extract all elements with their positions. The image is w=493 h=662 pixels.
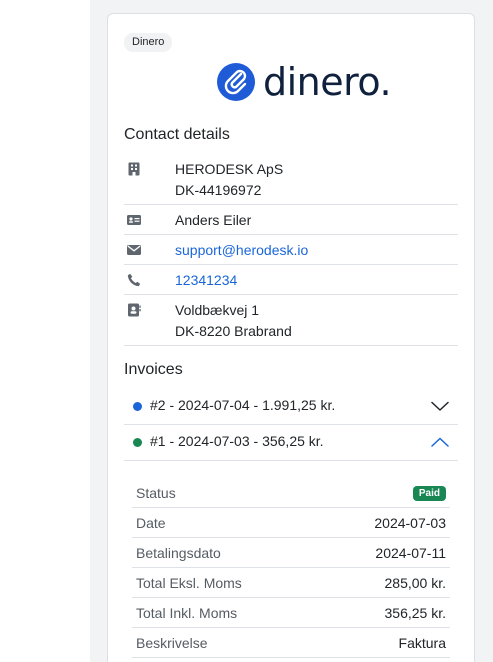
company-name: HERODESK ApS bbox=[175, 161, 284, 177]
detail-value: Faktura bbox=[398, 635, 446, 651]
status-badge: Paid bbox=[412, 486, 446, 501]
contact-details-title: Contact details bbox=[124, 126, 230, 143]
detail-key: Beskrivelse bbox=[136, 635, 208, 651]
address-line-2: DK-8220 Brabrand bbox=[175, 323, 292, 339]
company-cvr: DK-44196972 bbox=[175, 182, 262, 198]
contact-company-row: HERODESK ApS DK-44196972 bbox=[124, 154, 458, 205]
detail-row-total-excl: Total Eksl. Moms 285,00 kr. bbox=[132, 568, 450, 598]
detail-row-total-incl: Total Inkl. Moms 356,25 kr. bbox=[132, 598, 450, 628]
chevron-up-icon[interactable] bbox=[431, 436, 449, 448]
dinero-logo: dinero. bbox=[217, 60, 392, 104]
detail-key: Status bbox=[136, 485, 176, 501]
invoice-label: #2 - 2024-07-04 - 1.991,25 kr. bbox=[150, 397, 336, 413]
company-info: HERODESK ApS DK-44196972 bbox=[175, 159, 283, 201]
detail-value: 285,00 kr. bbox=[384, 575, 447, 591]
invoice-details: Status Paid Date 2024-07-03 Betalingsdat… bbox=[132, 478, 450, 658]
address-line-1: Voldbækvej 1 bbox=[175, 302, 260, 318]
detail-value: 2024-07-03 bbox=[374, 515, 446, 531]
envelope-icon bbox=[127, 245, 141, 255]
invoices-title: Invoices bbox=[124, 361, 183, 378]
contact-email-link[interactable]: support@herodesk.io bbox=[175, 240, 308, 261]
address-book-icon bbox=[128, 303, 141, 317]
integration-badge: Dinero bbox=[124, 33, 173, 52]
contact-email-row: support@herodesk.io bbox=[124, 235, 458, 265]
id-card-icon bbox=[127, 215, 141, 225]
invoice-status-dot bbox=[133, 438, 142, 447]
detail-key: Total Eksl. Moms bbox=[136, 575, 242, 591]
detail-value: 2024-07-11 bbox=[375, 545, 446, 561]
invoice-status-dot bbox=[133, 402, 142, 411]
detail-row-description: Beskrivelse Faktura bbox=[132, 628, 450, 658]
invoice-row-2[interactable]: #2 - 2024-07-04 - 1.991,25 kr. bbox=[124, 389, 458, 425]
detail-row-due-date: Betalingsdato 2024-07-11 bbox=[132, 538, 450, 568]
chevron-down-icon[interactable] bbox=[431, 400, 449, 412]
detail-key: Date bbox=[136, 515, 166, 531]
dinero-card: Dinero dinero. Contact details HERODESK … bbox=[107, 13, 475, 662]
contact-person-name: Anders Eiler bbox=[175, 212, 252, 228]
logo-wordmark: dinero. bbox=[263, 60, 392, 104]
invoice-label: #1 - 2024-07-03 - 356,25 kr. bbox=[150, 433, 324, 449]
invoice-row-1[interactable]: #1 - 2024-07-03 - 356,25 kr. bbox=[124, 425, 458, 461]
detail-key: Betalingsdato bbox=[136, 545, 221, 561]
paperclip-icon bbox=[217, 63, 255, 101]
detail-row-date: Date 2024-07-03 bbox=[132, 508, 450, 538]
contact-address-row: Voldbækvej 1 DK-8220 Brabrand bbox=[124, 295, 458, 346]
address-info: Voldbækvej 1 DK-8220 Brabrand bbox=[175, 300, 292, 342]
detail-key: Total Inkl. Moms bbox=[136, 605, 238, 621]
left-panel bbox=[0, 0, 90, 662]
detail-value: 356,25 kr. bbox=[384, 605, 447, 621]
contact-phone-link[interactable]: 12341234 bbox=[175, 270, 237, 291]
contact-phone-row: 12341234 bbox=[124, 265, 458, 295]
detail-row-status: Status Paid bbox=[132, 478, 450, 508]
phone-icon bbox=[127, 273, 141, 287]
building-icon bbox=[128, 162, 140, 176]
contact-person-row: Anders Eiler bbox=[124, 205, 458, 235]
